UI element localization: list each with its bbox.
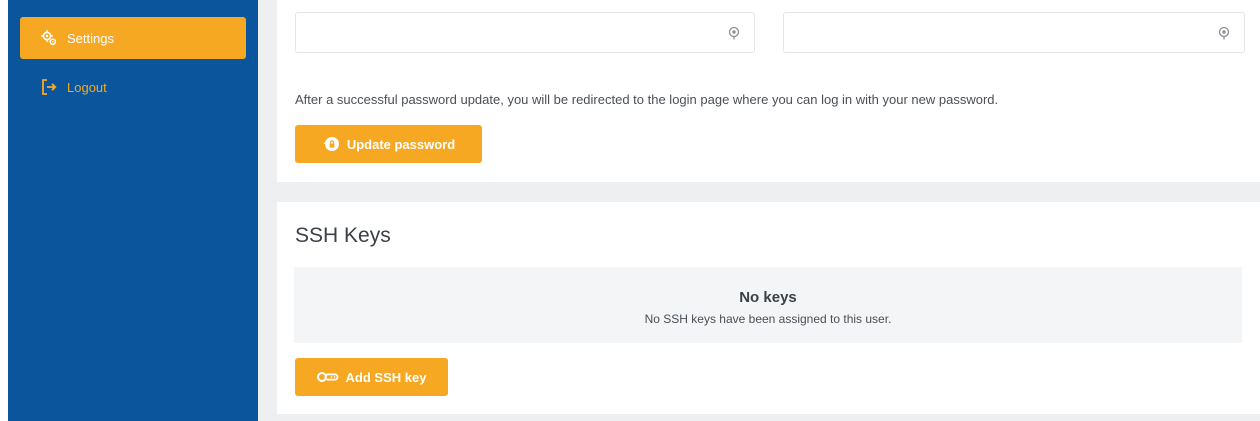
add-ssh-key-button[interactable]: Add SSH key [295,358,448,396]
eye-icon[interactable] [726,25,742,41]
section-title: SSH Keys [295,224,391,247]
sidebar-item-settings[interactable]: Settings [20,17,246,59]
password-reset-icon [322,135,340,153]
eye-icon[interactable] [1216,25,1232,41]
key-icon [316,371,339,383]
update-password-label: Update password [346,136,456,152]
update-password-button[interactable]: Update password [295,125,482,163]
gear-icon [40,29,58,47]
sidebar-item-label: Settings [67,30,114,46]
confirm-password-input[interactable] [784,13,1244,52]
empty-state-description: No SSH keys have been assigned to this u… [644,312,892,326]
new-password-field[interactable] [295,12,755,53]
new-password-input[interactable] [296,13,754,52]
ssh-keys-card: SSH Keys No keys No SSH keys have been a… [277,202,1260,414]
password-card: After a successful password update, you … [277,0,1260,182]
empty-state-title: No keys [739,289,797,306]
empty-state: No keys No SSH keys have been assigned t… [294,267,1242,343]
confirm-password-field[interactable] [783,12,1245,53]
password-info-text: After a successful password update, you … [295,92,999,107]
sidebar-item-logout[interactable]: Logout [20,66,246,108]
logout-icon [40,78,58,96]
sidebar-item-label: Logout [67,79,107,95]
add-ssh-key-label: Add SSH key [345,369,427,385]
sidebar: Settings Logout [8,0,258,421]
